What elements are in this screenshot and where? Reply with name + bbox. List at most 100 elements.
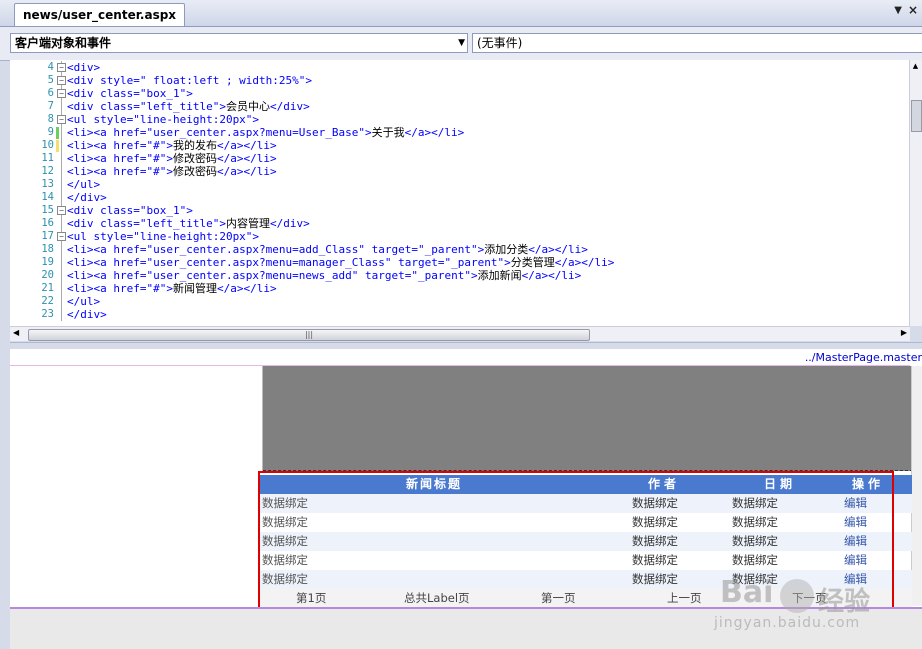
code-tag: <div class="box_1">	[67, 87, 193, 100]
code-close-tag: </a></li>	[554, 256, 615, 269]
code-tag: <div class="box_1">	[67, 204, 193, 217]
code-close-tag: </a></li>	[528, 243, 588, 256]
line-number: 22	[41, 295, 54, 307]
pager-first-button[interactable]: 第一页	[541, 589, 576, 608]
code-line[interactable]: 9 <li><a href="user_center.aspx?menu=User…	[10, 126, 910, 139]
code-text: </ul>	[67, 295, 100, 308]
header-actions: 操作	[852, 477, 885, 491]
code-line[interactable]: 14 </div>	[10, 191, 910, 204]
design-vertical-scrollbar[interactable]	[911, 366, 922, 606]
line-number: 20	[41, 269, 54, 281]
vertical-scroll-thumb[interactable]	[911, 100, 922, 132]
code-close-tag: </a></li>	[216, 165, 277, 178]
code-tag: <li><a href="user_center.aspx?menu=User_…	[67, 126, 372, 139]
code-text: <div class="left_title">会员中心</div>	[67, 100, 310, 113]
code-line[interactable]: 17− <ul style="line-height:20px">	[10, 230, 910, 243]
code-line[interactable]: 19 <li><a href="user_center.aspx?menu=man…	[10, 256, 910, 269]
fold-guide	[61, 308, 62, 321]
pager-current-page: 第1页	[296, 591, 327, 605]
code-text: <div style=" float:left ; width:25%">	[67, 74, 312, 87]
code-text: <div class="box_1">	[67, 204, 193, 217]
fold-guide	[61, 191, 62, 204]
cell-title: 数据绑定	[262, 496, 308, 510]
code-line[interactable]: 21 <li><a href="#">新闻管理</a></li>	[10, 282, 910, 295]
code-line[interactable]: 7 <div class="left_title">会员中心</div>	[10, 100, 910, 113]
line-number: 7	[47, 100, 54, 112]
edit-link[interactable]: 编辑	[844, 513, 867, 532]
edit-link[interactable]: 编辑	[844, 494, 867, 513]
line-number: 6	[47, 87, 54, 99]
source-code-editor[interactable]: 4− <div> 5− <div style=" float:left ; width…	[10, 60, 912, 326]
master-page-link[interactable]: ../MasterPage.master	[805, 351, 922, 364]
edit-link[interactable]: 编辑	[844, 532, 867, 551]
scroll-right-icon[interactable]: ▶	[901, 328, 907, 337]
code-text: <li><a href="user_center.aspx?menu=User_…	[67, 126, 464, 139]
pager-prev-button[interactable]: 上一页	[667, 589, 702, 608]
code-close-tag: </div>	[269, 100, 310, 113]
code-tag: <div class="left_title">	[67, 100, 226, 113]
code-line[interactable]: 18 <li><a href="user_center.aspx?menu=add…	[10, 243, 910, 256]
code-content: 新闻管理	[172, 282, 217, 295]
fold-guide	[61, 100, 62, 113]
fold-minus-icon[interactable]: −	[57, 89, 66, 98]
code-line[interactable]: 15− <div class="box_1">	[10, 204, 910, 217]
horizontal-scroll-thumb[interactable]: |||	[28, 329, 590, 341]
fold-guide	[61, 295, 62, 308]
events-dropdown[interactable]: (无事件)	[472, 33, 922, 53]
code-line[interactable]: 8− <ul style="line-height:20px">	[10, 113, 910, 126]
line-number: 13	[41, 178, 54, 190]
code-line[interactable]: 11 <li><a href="#">修改密码</a></li>	[10, 152, 910, 165]
code-line[interactable]: 12 <li><a href="#">修改密码</a></li>	[10, 165, 910, 178]
code-line[interactable]: 23 </div>	[10, 308, 910, 321]
code-line[interactable]: 20 <li><a href="user_center.aspx?menu=new…	[10, 269, 910, 282]
tab-user-center[interactable]: news/user_center.aspx	[14, 3, 186, 26]
cell-title: 数据绑定	[262, 515, 308, 529]
cell-author: 数据绑定	[632, 534, 678, 548]
fold-guide	[61, 217, 62, 230]
fold-minus-icon[interactable]: −	[57, 115, 66, 124]
table-row: 数据绑定 数据绑定 数据绑定 编辑	[260, 513, 912, 532]
line-number: 12	[41, 165, 54, 177]
code-tag: <li><a href="user_center.aspx?menu=news_…	[67, 269, 478, 282]
cell-title: 数据绑定	[262, 553, 308, 567]
editor-vertical-scrollbar[interactable]: ▲	[909, 60, 922, 326]
code-text: <li><a href="#">我的发布</a></li>	[67, 139, 277, 152]
cell-title: 数据绑定	[262, 534, 308, 548]
code-line[interactable]: 5− <div style=" float:left ; width:25%">	[10, 74, 910, 87]
fold-minus-icon[interactable]: −	[57, 76, 66, 85]
code-line[interactable]: 10 <li><a href="#">我的发布</a></li>	[10, 139, 910, 152]
code-text: </div>	[67, 308, 107, 321]
code-text: <ul style="line-height:20px">	[67, 113, 259, 126]
code-line[interactable]: 16 <div class="left_title">内容管理</div>	[10, 217, 910, 230]
code-line[interactable]: 22 </ul>	[10, 295, 910, 308]
watermark-brand: Bai	[720, 575, 774, 610]
table-row: 数据绑定 数据绑定 数据绑定 编辑	[260, 551, 912, 570]
content-placeholder-region[interactable]	[263, 366, 913, 471]
fold-minus-icon[interactable]: −	[57, 232, 66, 241]
code-line[interactable]: 4− <div>	[10, 61, 910, 74]
cell-author: 数据绑定	[632, 572, 678, 586]
code-tag: <li><a href="user_center.aspx?menu=add_C…	[67, 243, 485, 256]
code-line[interactable]: 13 </ul>	[10, 178, 910, 191]
editor-horizontal-scrollbar[interactable]: ◀ ||| ▶	[10, 326, 910, 341]
fold-minus-icon[interactable]: −	[57, 206, 66, 215]
edit-link[interactable]: 编辑	[844, 551, 867, 570]
line-number: 11	[41, 152, 54, 164]
change-marker	[56, 127, 59, 139]
watermark-url: jingyan.baidu.com	[714, 615, 861, 631]
code-tag: </div>	[67, 191, 107, 204]
scroll-left-icon[interactable]: ◀	[13, 328, 19, 337]
code-line[interactable]: 6− <div class="box_1">	[10, 87, 910, 100]
fold-guide	[61, 256, 62, 269]
scroll-up-icon[interactable]: ▲	[911, 62, 920, 70]
triangle-down-icon[interactable]: ▼	[894, 5, 902, 16]
code-content: 关于我	[371, 126, 405, 139]
fold-minus-icon[interactable]: −	[57, 63, 66, 72]
code-text: <li><a href="user_center.aspx?menu=add_C…	[67, 243, 588, 256]
table-row: 数据绑定 数据绑定 数据绑定 编辑	[260, 532, 912, 551]
code-content: 添加分类	[484, 243, 529, 256]
client-objects-dropdown[interactable]: 客户端对象和事件 ▼	[10, 33, 468, 53]
table-row: 数据绑定 数据绑定 数据绑定 编辑	[260, 494, 912, 513]
close-icon[interactable]: ×	[908, 3, 918, 17]
cell-author: 数据绑定	[632, 496, 678, 510]
